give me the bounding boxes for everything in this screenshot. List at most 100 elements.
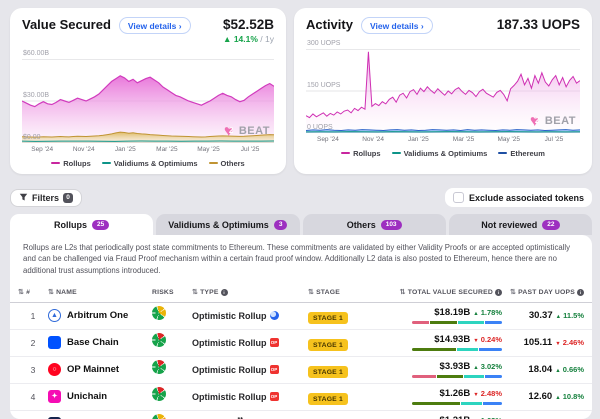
sort-icon[interactable]: ⇅ — [308, 288, 314, 296]
activity-x-axis: Sep '24Nov '24Jan '25Mar '25May '25Jul '… — [306, 135, 580, 145]
tab-not-reviewed[interactable]: Not reviewed22 — [449, 214, 592, 235]
sort-icon[interactable]: ⇅ — [510, 288, 516, 296]
project-name-cell[interactable]: Base Chain — [48, 336, 152, 349]
tab-label: Validiums & Optimiums — [168, 220, 269, 230]
value-secured-view-details-button[interactable]: View details › — [119, 17, 191, 34]
y-axis-tick: 0 UOPS — [307, 124, 333, 131]
tvs-breakdown-segment — [457, 348, 478, 352]
risk-rosette-icon[interactable] — [152, 306, 166, 320]
total-value-secured-cell: $1.26B▼ 2.48% — [386, 388, 502, 405]
tvs-value: $1.21B — [440, 415, 471, 419]
risks-cell[interactable] — [152, 387, 192, 406]
table-row[interactable]: 4✦UnichainOptimistic RollupOPSTAGE 1$1.2… — [10, 384, 592, 411]
type-label: Optimistic Rollup — [192, 365, 267, 375]
l2beat-heart-icon: ♥2 — [530, 113, 545, 128]
column-header-name[interactable]: ⇅NAME — [48, 288, 152, 296]
sort-icon[interactable]: ⇅ — [400, 288, 406, 296]
column-header-stage[interactable]: ⇅STAGE — [308, 288, 386, 296]
column-header-label: # — [26, 289, 30, 296]
tvs-value: $14.93B — [434, 334, 470, 345]
activity-view-details-button[interactable]: View details › — [361, 17, 433, 34]
column-header-label: PAST DAY UOPS — [518, 289, 575, 296]
table-body: 1▲Arbitrum OneOptimistic RollupSTAGE 1$1… — [10, 303, 592, 419]
x-axis-tick: Mar '25 — [453, 136, 474, 143]
down-arrow-icon: ▼ — [555, 341, 560, 347]
summary-cards: Value Secured View details › $52.52B ▲ 1… — [0, 0, 600, 174]
tvs-value-row: $1.26B▼ 2.48% — [440, 388, 502, 399]
value-secured-header: Value Secured View details › $52.52B ▲ 1… — [22, 17, 274, 44]
info-icon[interactable]: i — [495, 289, 502, 296]
column-header-past-day-uops[interactable]: ⇅PAST DAY UOPSi — [502, 288, 584, 296]
column-header-label: TOTAL VALUE SECURED — [408, 289, 493, 296]
column-header-type[interactable]: ⇅TYPEi — [192, 288, 308, 296]
tab-others[interactable]: Others 103 — [303, 214, 446, 235]
exclude-tokens-label: Exclude associated tokens — [469, 193, 584, 203]
total-value-secured-cell: $18.19B▲ 1.78% — [386, 307, 502, 324]
tab-validiums-optimiums[interactable]: Validiums & Optimiums3 — [156, 214, 299, 235]
column-header-total-value-secured[interactable]: ⇅TOTAL VALUE SECUREDi — [386, 288, 502, 296]
total-value-secured-cell: $3.93B▲ 3.02% — [386, 361, 502, 378]
project-name: Arbitrum One — [67, 310, 128, 321]
table-row[interactable]: 3○OP MainnetOptimistic RollupOPSTAGE 1$3… — [10, 357, 592, 384]
column-header-label: NAME — [56, 289, 77, 296]
sort-icon[interactable]: ⇅ — [18, 288, 24, 296]
table-row[interactable]: 5◈ZKsync EraZK Rollup**STAGE 0$1.21B▲ 1.… — [10, 411, 592, 419]
project-logo: ○ — [48, 363, 61, 376]
risks-cell[interactable] — [152, 333, 192, 352]
sort-icon[interactable]: ⇅ — [192, 288, 198, 296]
value-secured-total: $52.52B — [223, 17, 274, 32]
stage-cell: STAGE 1 — [308, 388, 386, 406]
exclude-tokens-checkbox[interactable] — [453, 192, 464, 203]
change-percent: ▲ 0.66% — [555, 365, 584, 374]
column-header-risks[interactable]: RISKS — [152, 289, 192, 296]
risks-cell[interactable] — [152, 360, 192, 379]
project-name-cell[interactable]: ○OP Mainnet — [48, 363, 152, 376]
risk-rosette-icon[interactable] — [152, 360, 166, 374]
legend-dash-icon — [341, 152, 350, 155]
up-arrow-icon: ▲ — [473, 365, 478, 371]
table-row[interactable]: 2Base ChainOptimistic RollupOPSTAGE 1$14… — [10, 330, 592, 357]
past-day-uops-cell: 105.11▼ 2.46% — [502, 337, 584, 348]
info-icon[interactable]: i — [221, 289, 228, 296]
tab-label: Not reviewed — [481, 220, 537, 230]
tvs-breakdown-bar — [412, 375, 502, 379]
activity-title: Activity — [306, 17, 353, 32]
change-percent: ▲ 1.78% — [473, 308, 502, 317]
x-axis-tick: Sep '24 — [31, 146, 53, 153]
risk-rosette-icon[interactable] — [152, 414, 166, 419]
tab-rollups[interactable]: Rollups25 — [10, 214, 153, 235]
column-header-label: RISKS — [152, 289, 174, 296]
table-row[interactable]: 1▲Arbitrum OneOptimistic RollupSTAGE 1$1… — [10, 303, 592, 330]
x-axis-tick: Jan '25 — [408, 136, 429, 143]
risks-cell[interactable] — [152, 306, 192, 325]
exclude-associated-tokens-toggle[interactable]: Exclude associated tokens — [445, 188, 592, 207]
past-day-uops-cell: 12.60▲ 10.8% — [502, 391, 584, 402]
legend-item: Ethereum — [498, 149, 545, 158]
tab-label: Others — [347, 220, 376, 230]
row-rank: 1 — [18, 311, 48, 321]
l2beat-heart-icon: ♥2 — [224, 123, 239, 138]
risk-rosette-icon[interactable] — [152, 387, 166, 401]
project-logo — [48, 336, 61, 349]
value-secured-summary: $52.52B ▲ 14.1% / 1y — [223, 17, 274, 44]
column-header--[interactable]: ⇅# — [18, 288, 48, 296]
legend-item: Others — [209, 159, 245, 168]
filters-button[interactable]: Filters 0 — [10, 189, 82, 207]
project-name-cell[interactable]: ▲Arbitrum One — [48, 309, 152, 322]
tab-count-badge: 103 — [381, 220, 402, 230]
stage-badge: STAGE 1 — [308, 339, 348, 351]
l2beat-watermark: ♥2 BEAT — [530, 113, 576, 128]
risk-rosette-icon[interactable] — [152, 333, 166, 347]
project-name-cell[interactable]: ✦Unichain — [48, 390, 152, 403]
risks-cell[interactable] — [152, 414, 192, 419]
rollups-description: Rollups are L2s that periodically post s… — [10, 235, 592, 281]
proof-system-badge-icon — [270, 311, 279, 320]
y-axis-tick: 300 UOPS — [307, 40, 340, 47]
column-header-label: STAGE — [316, 289, 340, 296]
sort-icon[interactable]: ⇅ — [48, 288, 54, 296]
category-tabs: Rollups25Validiums & Optimiums3 Others 103… — [10, 214, 592, 235]
uops-value: 105.11 — [524, 337, 553, 348]
info-icon[interactable]: i — [577, 289, 584, 296]
type-cell: Optimistic RollupOP — [192, 338, 308, 348]
filter-bar: Filters 0 Exclude associated tokens — [10, 188, 592, 207]
